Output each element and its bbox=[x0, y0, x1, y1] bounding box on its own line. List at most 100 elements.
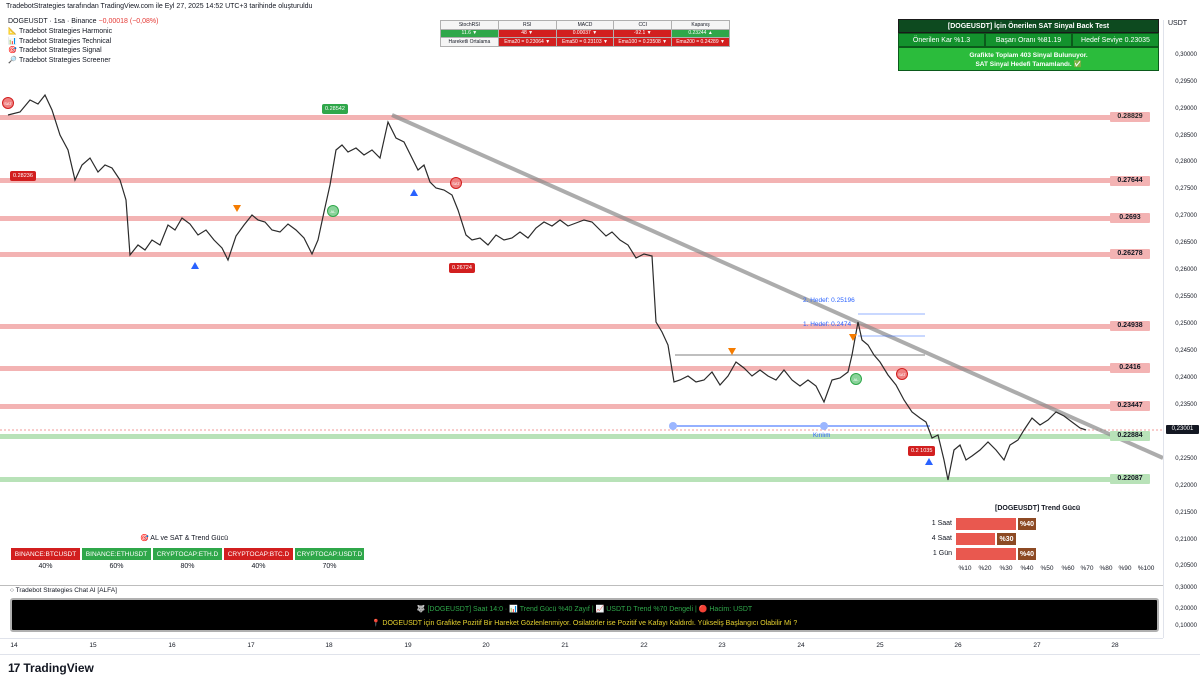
date-tick: 19 bbox=[404, 642, 412, 649]
level-band bbox=[0, 252, 1150, 257]
trend-col: %30 bbox=[999, 565, 1013, 572]
ma-value: Ema20 = 0.23064 ▼ bbox=[497, 37, 557, 47]
price-tick: 0,25500 bbox=[1175, 294, 1197, 300]
level-label: 0.27644 bbox=[1110, 176, 1150, 186]
level-band bbox=[0, 216, 1150, 221]
price-tick: 0,27000 bbox=[1175, 213, 1197, 219]
trend-row-label: 1 Gün bbox=[932, 550, 952, 557]
trend-col: %40 bbox=[1020, 565, 1034, 572]
backtest-target: Hedef Seviye 0.23035 bbox=[1072, 33, 1159, 47]
price-tick: 0,24500 bbox=[1175, 348, 1197, 354]
ma-value: Ema100 = 0.23508 ▼ bbox=[613, 37, 673, 47]
ai-message-box: 🐺 [DOGEUSDT] Saat 14:0 · 📊 Trend Gücü %4… bbox=[10, 598, 1159, 632]
level-band bbox=[0, 324, 1150, 329]
date-tick: 16 bbox=[168, 642, 176, 649]
ma-label: Hareketli Ortalama bbox=[440, 37, 499, 47]
sell-arrow-icon bbox=[728, 348, 736, 355]
strength-item: BINANCE:BTCUSDT 40% bbox=[10, 547, 81, 570]
symbol-name[interactable]: DOGEUSDT · 1sa · Binance bbox=[8, 18, 97, 25]
price-tick: 0,28500 bbox=[1175, 133, 1197, 139]
trend-col: %80 bbox=[1099, 565, 1113, 572]
trend-col: %20 bbox=[978, 565, 992, 572]
trend-col: %60 bbox=[1061, 565, 1075, 572]
chart-credit: TradebotStrategies tarafından TradingVie… bbox=[6, 3, 313, 10]
level-label: 0.24938 bbox=[1110, 321, 1150, 331]
buy-arrow-icon bbox=[410, 189, 418, 196]
ind-value: 48 ▼ bbox=[497, 28, 557, 38]
price-tick: 0,23500 bbox=[1175, 402, 1197, 408]
trend-fill bbox=[955, 547, 1017, 561]
trend-panel: [DOGEUSDT] Trend Gücü 1 Saat 4 Saat 1 Gü… bbox=[927, 503, 1162, 578]
price-tick: 0,21500 bbox=[1175, 510, 1197, 516]
price-axis[interactable]: 0,30000 0,29500 0,29000 0,28500 0,28000 … bbox=[1163, 20, 1200, 638]
ruler-icon: 📐 bbox=[8, 28, 17, 35]
ai-pane-label[interactable]: ○ Tradebot Strategies Chat AI [ALFA] bbox=[10, 587, 117, 594]
target-1-label: 1. Hedef: 0.2474 bbox=[803, 321, 852, 328]
price-series bbox=[7, 93, 1087, 481]
strength-item: BINANCE:ETHUSDT 60% bbox=[81, 547, 152, 570]
level-label: 0.22884 bbox=[1110, 431, 1150, 441]
indicator-table: StochRSI RSI MACD CCI Kapanış 11.6 ▼ 48 … bbox=[440, 20, 730, 47]
indicator-item[interactable]: 📐 Tradebot Strategies Harmonic bbox=[8, 27, 112, 37]
ind-value: 11.6 ▼ bbox=[440, 28, 499, 38]
ind-header: CCI bbox=[613, 20, 673, 30]
buy-circle[interactable]: AL bbox=[850, 373, 862, 385]
range-anchor[interactable] bbox=[820, 422, 828, 430]
tradingview-logo[interactable]: 17 TradingView bbox=[8, 661, 94, 675]
ind-value: 0.00037 ▼ bbox=[555, 28, 615, 38]
buy-signal-badge[interactable]: 0.28542 bbox=[322, 104, 348, 114]
date-tick: 23 bbox=[718, 642, 726, 649]
price-tick: 0,22500 bbox=[1175, 456, 1197, 462]
buy-circle[interactable]: AL bbox=[327, 205, 339, 217]
trend-fill bbox=[955, 517, 1017, 531]
price-tick: 0,29500 bbox=[1175, 79, 1197, 85]
price-tick: 0,20500 bbox=[1175, 563, 1197, 569]
backtest-profit: Önerilen Kar %1.3 bbox=[898, 33, 985, 47]
date-tick: 18 bbox=[325, 642, 333, 649]
buy-arrow-icon bbox=[925, 458, 933, 465]
last-price-label: 0,23001 bbox=[1166, 425, 1199, 434]
trend-col: %50 bbox=[1040, 565, 1054, 572]
sell-circle[interactable]: SAT bbox=[450, 177, 462, 189]
strength-item: CRYPTOCAP:USDT.D 70% bbox=[294, 547, 365, 570]
backtest-stats: Önerilen Kar %1.3 Başarı Oranı %81.19 He… bbox=[898, 33, 1159, 47]
range-anchor[interactable] bbox=[669, 422, 677, 430]
sell-signal-badge[interactable]: 0.26724 bbox=[449, 263, 475, 273]
sell-circle[interactable]: SAT bbox=[2, 97, 14, 109]
strength-item: CRYPTOCAP:ETH.D 80% bbox=[152, 547, 223, 570]
level-label: 0.2693 bbox=[1110, 213, 1150, 223]
strength-row: BINANCE:BTCUSDT 40% BINANCE:ETHUSDT 60% CR… bbox=[10, 547, 365, 570]
sell-signal-badge[interactable]: 0.2 1035 bbox=[908, 446, 936, 456]
level-band bbox=[0, 404, 1150, 409]
level-band bbox=[0, 178, 1150, 183]
level-band bbox=[0, 477, 1150, 482]
date-tick: 25 bbox=[876, 642, 884, 649]
strength-title: 🎯 AL ve SAT & Trend Gücü bbox=[140, 535, 228, 542]
footer bbox=[0, 654, 1200, 684]
price-tick: 0,27500 bbox=[1175, 186, 1197, 192]
time-axis[interactable]: 14 15 16 17 18 19 20 21 22 23 24 25 26 2… bbox=[0, 638, 1163, 654]
backtest-message: Grafikte Toplam 403 Sinyal Bulunuyor. SA… bbox=[898, 47, 1159, 71]
date-tick: 15 bbox=[89, 642, 97, 649]
ind-value: 0.23244 ▲ bbox=[671, 28, 730, 38]
ind-header: MACD bbox=[555, 20, 615, 30]
sub-tick: 0,30000 bbox=[1175, 585, 1197, 591]
buy-arrow-icon bbox=[191, 262, 199, 269]
ma-value: Ema50 = 0.23103 ▼ bbox=[555, 37, 615, 47]
trend-col: %90 bbox=[1118, 565, 1132, 572]
symbol-line[interactable]: DOGEUSDT · 1sa · Binance −0,00018 (−0,08… bbox=[8, 18, 158, 25]
ind-value: -92.1 ▼ bbox=[613, 28, 673, 38]
level-label: 0.22087 bbox=[1110, 474, 1150, 484]
backtest-panel: [DOGEUSDT] İçin Önerilen SAT Sinyal Back… bbox=[898, 19, 1159, 73]
trend-col: %100 bbox=[1137, 565, 1155, 572]
trend-fill bbox=[955, 532, 996, 546]
ind-header: Kapanış bbox=[671, 20, 730, 30]
level-label: 0.2416 bbox=[1110, 363, 1150, 373]
sell-signal-badge[interactable]: 0.28236 bbox=[10, 171, 36, 181]
date-tick: 27 bbox=[1033, 642, 1041, 649]
sell-circle[interactable]: SAT bbox=[896, 368, 908, 380]
level-band bbox=[0, 366, 1150, 371]
price-tick: 0,21000 bbox=[1175, 537, 1197, 543]
sub-tick: 0,20000 bbox=[1175, 606, 1197, 612]
axis-currency[interactable]: USDT bbox=[1168, 20, 1187, 27]
